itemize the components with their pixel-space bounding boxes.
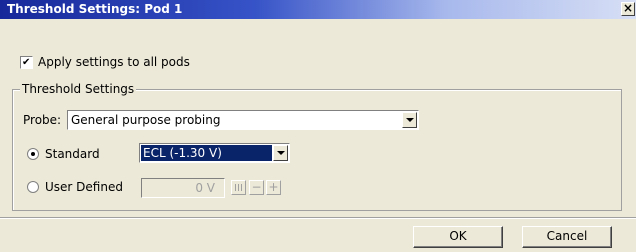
- apply-all-label[interactable]: Apply settings to all pods: [38, 55, 190, 69]
- plus-icon: +: [268, 180, 279, 194]
- ok-button[interactable]: OK: [413, 226, 503, 248]
- close-button[interactable]: ×: [621, 2, 635, 16]
- footer-divider: [0, 217, 636, 219]
- minus-icon: −: [251, 180, 262, 194]
- standard-select-value: ECL (-1.30 V): [143, 146, 222, 160]
- threshold-settings-dialog: Threshold Settings: Pod 1 × ✔ Apply sett…: [0, 0, 636, 252]
- checkmark-icon: ✔: [22, 57, 31, 68]
- user-defined-label[interactable]: User Defined: [45, 180, 123, 194]
- calculator-icon: [235, 184, 242, 191]
- probe-label: Probe:: [23, 113, 62, 127]
- dialog-title: Threshold Settings: Pod 1: [7, 2, 183, 16]
- probe-select-value: General purpose probing: [71, 113, 221, 127]
- user-defined-voltage-input[interactable]: 0 V: [141, 178, 225, 198]
- decrement-button[interactable]: −: [249, 180, 264, 195]
- standard-radio[interactable]: [27, 148, 39, 160]
- standard-label[interactable]: Standard: [45, 147, 100, 161]
- standard-select-highlight: ECL (-1.30 V): [141, 145, 272, 161]
- standard-select[interactable]: ECL (-1.30 V): [139, 143, 290, 163]
- increment-button[interactable]: +: [266, 180, 281, 195]
- cancel-button[interactable]: Cancel: [522, 226, 612, 248]
- chevron-down-icon[interactable]: [273, 145, 288, 161]
- title-bar[interactable]: Threshold Settings: Pod 1 ×: [0, 0, 636, 19]
- threshold-settings-legend: Threshold Settings: [20, 82, 137, 96]
- apply-all-checkbox[interactable]: ✔: [20, 56, 33, 69]
- radio-selected-dot: [31, 152, 35, 156]
- user-defined-voltage-value: 0 V: [195, 181, 215, 195]
- calculator-button[interactable]: [231, 180, 246, 195]
- probe-select[interactable]: General purpose probing: [67, 110, 419, 130]
- chevron-down-icon[interactable]: [402, 112, 417, 128]
- user-defined-radio[interactable]: [27, 181, 39, 193]
